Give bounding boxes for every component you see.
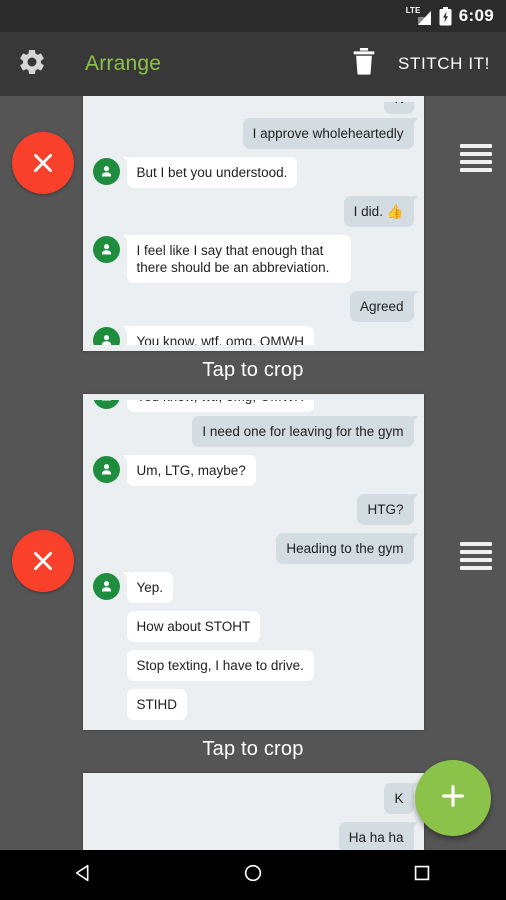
- message-bubble: I feel like I say that enough that there…: [122, 235, 351, 283]
- message-row: Heading to the gym: [83, 529, 424, 568]
- remove-screenshot-2-button[interactable]: [12, 530, 74, 592]
- avatar: [92, 327, 120, 345]
- close-x-icon: [30, 548, 56, 574]
- add-screenshot-fab[interactable]: [415, 760, 491, 836]
- message-row: K: [83, 779, 424, 818]
- message-row: I did. 👍: [83, 192, 424, 231]
- nav-back-button[interactable]: [42, 850, 126, 900]
- avatar: [92, 158, 120, 185]
- settings-button[interactable]: [0, 32, 64, 96]
- battery-charging-icon: [439, 6, 452, 26]
- message-bubble: Um, LTG, maybe?: [122, 455, 256, 486]
- home-circle-icon: [242, 862, 264, 889]
- screenshot-item-2: You know, wtf, omg, OMWH I need one for …: [0, 394, 506, 773]
- clipped-message-top-1: K: [83, 102, 424, 114]
- clipped-message-top-2: You know, wtf, omg, OMWH: [83, 400, 424, 412]
- message-bubble: HTG?: [357, 494, 418, 525]
- cards-scroll-area[interactable]: K I approve wholeheartedly But I bet you…: [0, 96, 506, 850]
- message-row: But I bet you understood.: [83, 153, 424, 192]
- message-row: How about STOHT: [83, 607, 424, 646]
- message-row: I approve wholeheartedly: [83, 114, 424, 153]
- message-row: Ha ha ha: [83, 818, 424, 850]
- trash-icon: [352, 48, 376, 80]
- message-row: Stop texting, I have to drive.: [83, 646, 424, 685]
- lte-label: LTE: [405, 6, 421, 15]
- back-triangle-icon: [73, 862, 95, 889]
- message-bubble: Yep.: [122, 572, 174, 603]
- nav-recents-button[interactable]: [380, 850, 464, 900]
- message-bubble: I did. 👍: [343, 196, 418, 227]
- status-bar: LTE 6:09: [0, 0, 506, 32]
- message-row: Yep.: [83, 568, 424, 607]
- close-x-icon: [30, 150, 56, 176]
- message-bubble: But I bet you understood.: [122, 157, 298, 188]
- delete-all-button[interactable]: [336, 32, 392, 96]
- recents-square-icon: [411, 862, 433, 889]
- signal-bars-icon: LTE: [406, 6, 432, 26]
- screenshot-item-1: K I approve wholeheartedly But I bet you…: [0, 96, 506, 394]
- app-root: LTE 6:09 Arrange STITCH IT! I approve wh…: [0, 0, 506, 900]
- avatar: [92, 400, 120, 409]
- message-bubble: Heading to the gym: [276, 533, 418, 564]
- message-row: HTG?: [83, 490, 424, 529]
- plus-icon: [437, 780, 469, 817]
- stitch-it-button[interactable]: STITCH IT!: [392, 32, 506, 96]
- tap-to-crop-label-1[interactable]: Tap to crop: [0, 351, 506, 394]
- screenshot-card-2[interactable]: You know, wtf, omg, OMWH I need one for …: [82, 394, 424, 730]
- message-bubble: Agreed: [349, 291, 418, 322]
- remove-screenshot-1-button[interactable]: [12, 132, 74, 194]
- message-bubble: Stop texting, I have to drive.: [126, 650, 314, 681]
- message-bubble: You know, wtf, omg, OMWH: [122, 326, 315, 345]
- nav-home-button[interactable]: [211, 850, 295, 900]
- message-row: Agreed: [83, 287, 424, 326]
- message-bubble: I need one for leaving for the gym: [192, 416, 418, 447]
- page-title: Arrange: [85, 52, 162, 75]
- message-bubble: I approve wholeheartedly: [242, 118, 418, 149]
- message-bubble: You know, wtf, omg, OMWH: [126, 400, 315, 412]
- clipped-message-bottom-1: You know, wtf, omg, OMWH: [83, 326, 424, 345]
- message-row: STIHD: [83, 685, 424, 724]
- message-bubble: K: [384, 783, 418, 814]
- gear-icon: [17, 47, 47, 82]
- drag-handle-icon-2[interactable]: [460, 542, 492, 570]
- app-bar: Arrange STITCH IT!: [0, 32, 506, 96]
- message-bubble: Ha ha ha: [338, 822, 418, 850]
- screenshot-card-3[interactable]: K Ha ha ha .: [82, 773, 424, 850]
- message-bubble: K: [384, 102, 414, 114]
- android-nav-bar: [0, 850, 506, 900]
- avatar: [92, 573, 120, 600]
- avatar: [92, 456, 120, 483]
- message-row: I need one for leaving for the gym: [83, 412, 424, 451]
- clock-label: 6:09: [458, 6, 494, 25]
- screenshot-card-1[interactable]: K I approve wholeheartedly But I bet you…: [82, 96, 424, 351]
- message-bubble: STIHD: [126, 689, 187, 720]
- message-row: I feel like I say that enough that there…: [83, 231, 424, 287]
- message-row: Um, LTG, maybe?: [83, 451, 424, 490]
- drag-handle-icon-1[interactable]: [460, 144, 492, 172]
- avatar: [92, 236, 120, 263]
- message-bubble: How about STOHT: [126, 611, 261, 642]
